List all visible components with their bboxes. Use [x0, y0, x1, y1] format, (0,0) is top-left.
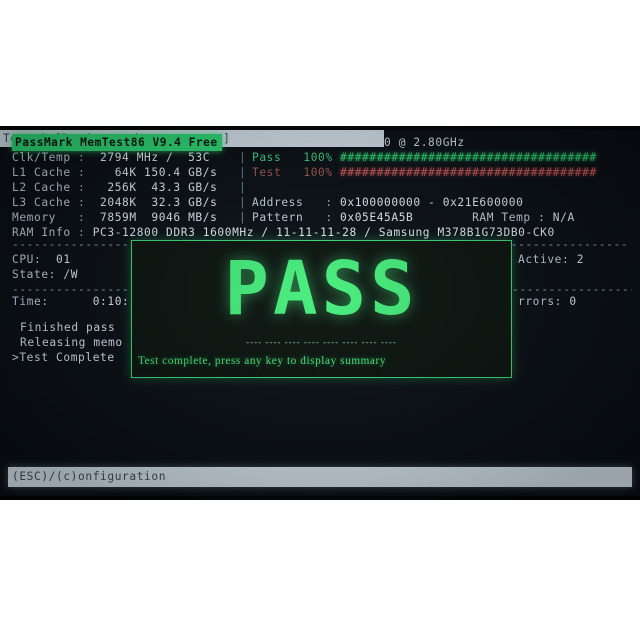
log-message-current: >Test Complete	[12, 350, 115, 365]
errors-value: 0	[569, 295, 577, 308]
pattern-label: Pattern	[252, 211, 326, 224]
ram-temp-label: RAM Temp :	[472, 211, 553, 224]
cpu-value: 01	[56, 253, 71, 266]
state-row: State: /W	[12, 267, 78, 282]
active-label: Active:	[518, 253, 577, 266]
pattern-value: 0x05E45A5B	[340, 211, 414, 224]
cpu-row: CPU: 01	[12, 252, 71, 267]
column-divider: |	[239, 211, 247, 224]
spec-row-memory: Memory : 7859M 9046 MB/s	[12, 210, 217, 225]
pass-progress-row: Pass 100% ##############################…	[252, 150, 597, 165]
active-value: 2	[576, 253, 585, 266]
pass-dialog-message: Test complete, press any key to display …	[138, 355, 387, 367]
column-divider: |	[239, 151, 247, 164]
spec-sep: :	[78, 211, 93, 224]
state-value: /W	[63, 268, 79, 281]
spec-value-l3-cache: 2048K 32.3 GB/s	[92, 196, 218, 209]
spec-label-l3-cache: L3 Cache	[12, 196, 79, 209]
state-label: State:	[12, 268, 64, 281]
spec-label-clk-temp: Clk/Temp	[12, 151, 79, 164]
log-message: Finished pass	[20, 321, 116, 334]
test-label: Test	[252, 166, 282, 179]
spec-row-l1-cache: L1 Cache : 64K 150.4 GB/s	[12, 165, 217, 180]
time-value: 0:10:	[92, 295, 130, 308]
column-divider: |	[239, 166, 247, 179]
spec-sep: :	[78, 181, 93, 194]
spec-value-l2-cache: 256K 43.3 GB/s	[92, 181, 218, 194]
spec-label-l2-cache: L2 Cache	[12, 181, 79, 194]
column-divider: |	[239, 181, 247, 194]
spec-row-l2-cache: L2 Cache : 256K 43.3 GB/s	[12, 180, 217, 195]
pass-percent: 100%	[303, 151, 333, 164]
spec-row-l3-cache: L3 Cache : 2048K 32.3 GB/s	[12, 195, 217, 210]
column-divider: |	[239, 196, 247, 209]
spec-label-memory: Memory	[12, 211, 79, 224]
log-message-text: Test Complete	[19, 351, 115, 364]
address-label: Address	[252, 196, 326, 209]
spec-label-l1-cache: L1 Cache	[12, 166, 79, 179]
ram-temp-value: N/A	[552, 211, 575, 224]
spec-sep: :	[78, 196, 93, 209]
pass-progress-bar: ###################################	[340, 151, 597, 164]
pattern-row: Pattern : 0x05E45A5B RAM Temp : N/A	[252, 210, 575, 225]
test-progress-bar: ###################################	[340, 166, 597, 179]
pass-label: Pass	[252, 151, 282, 164]
cpu-label: CPU:	[12, 253, 57, 266]
app-title: PassMark MemTest86 V9.4 Free	[12, 134, 222, 151]
errors-row: rrors: 0	[518, 294, 577, 309]
pass-dialog-divider: ---- ---- ---- ---- ---- ---- ---- ----	[246, 337, 397, 347]
address-row: Address : 0x100000000 - 0x21E600000	[252, 195, 523, 210]
spec-sep: :	[78, 166, 93, 179]
test-percent: 100%	[303, 166, 333, 179]
time-row: Time: 0:10:	[12, 294, 129, 309]
log-message: Releasing memo	[20, 336, 123, 349]
address-value: 0x100000000 - 0x21E600000	[340, 196, 524, 209]
pass-result-word: PASS	[224, 246, 419, 332]
active-row: Active: 2	[518, 252, 584, 267]
cpu-model-label: Intel Celeron G1840 @ 2.80GHz	[252, 136, 465, 149]
spec-value-clk-temp: 2794 MHz / 53C	[92, 151, 211, 164]
pass-result-dialog: PASS ---- ---- ---- ---- ---- ---- ---- …	[131, 240, 512, 378]
spec-value-memory: 7859M 9046 MB/s	[92, 211, 218, 224]
test-progress-row: Test 100% ##############################…	[252, 165, 597, 180]
spec-sep: :	[78, 151, 93, 164]
errors-label: rrors:	[518, 295, 570, 308]
monitor-photo: PassMark MemTest86 V9.4 Free Intel Celer…	[0, 0, 640, 640]
time-label: Time:	[12, 295, 93, 308]
spec-row-clk-temp: Clk/Temp : 2794 MHz / 53C	[12, 150, 210, 165]
pattern-sep: :	[325, 211, 341, 224]
address-sep: :	[325, 196, 341, 209]
spec-value-l1-cache: 64K 150.4 GB/s	[92, 166, 218, 179]
configuration-status-bar[interactable]: (ESC)/(c)onfiguration	[8, 467, 632, 487]
